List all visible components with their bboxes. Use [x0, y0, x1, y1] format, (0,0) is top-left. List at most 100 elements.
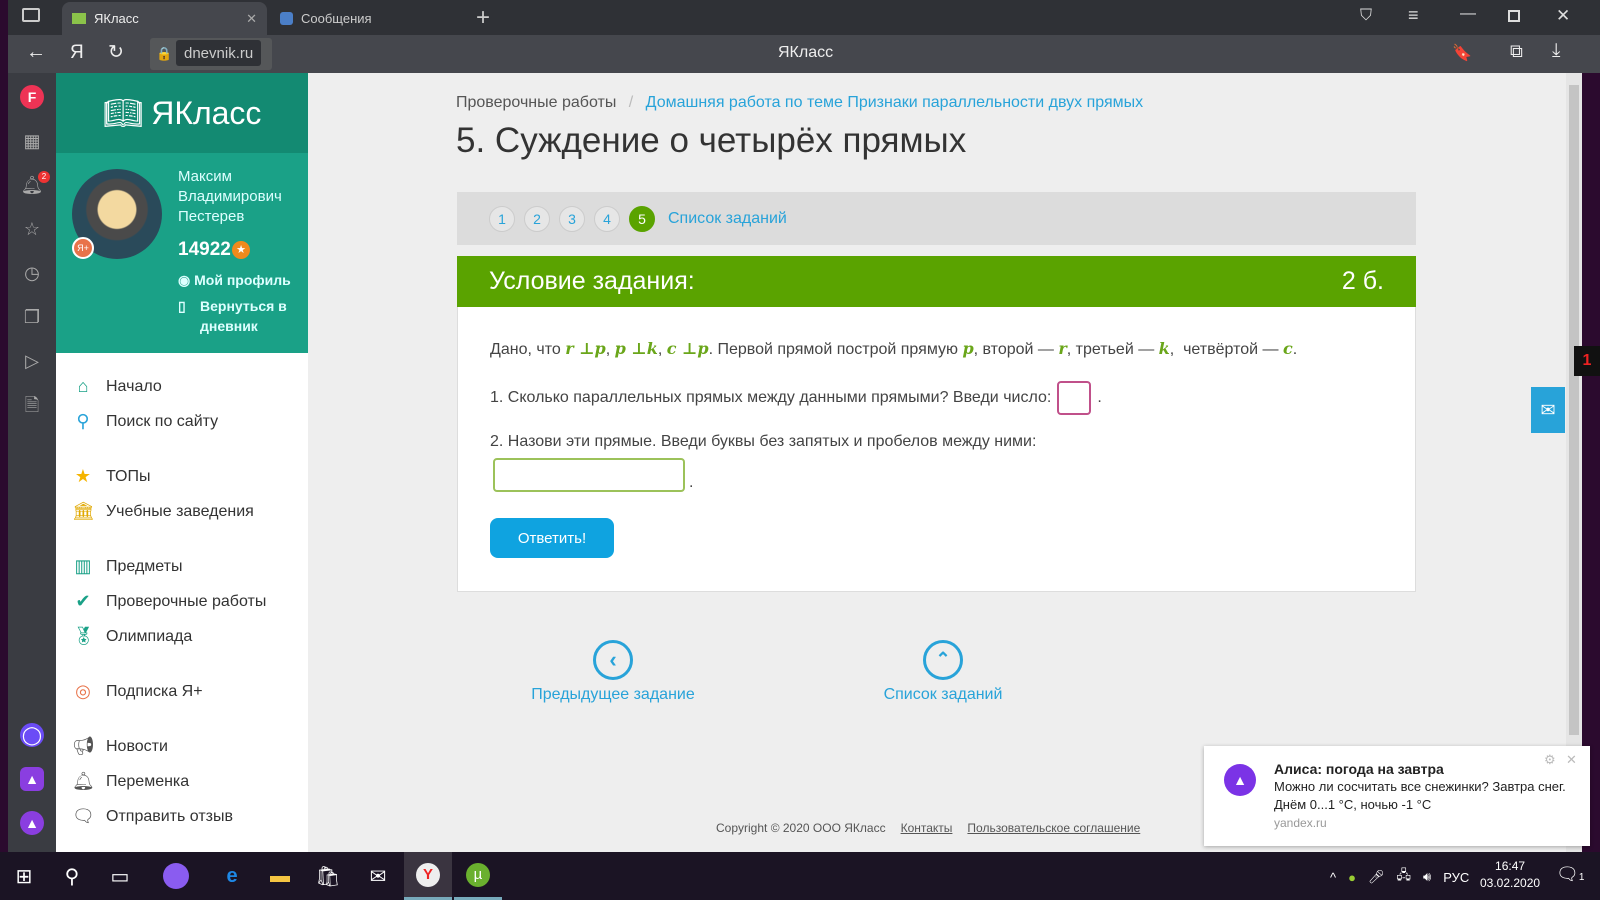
task-number-4[interactable]: 4: [594, 205, 620, 232]
maximize-icon[interactable]: [1508, 10, 1520, 22]
close-window-icon[interactable]: ✕: [1556, 6, 1570, 26]
sidebar-item-label: Начало: [106, 377, 162, 395]
download-icon[interactable]: ⤓: [1552, 40, 1560, 62]
user-middle-name: Владимирович: [178, 188, 282, 205]
task-number-3[interactable]: 3: [559, 205, 585, 232]
previous-task-button[interactable]: ‹ Предыдущее задание: [508, 640, 718, 704]
yaklass-logo[interactable]: 📖︎ ЯКласс: [56, 73, 308, 153]
task-view-icon[interactable]: ▭: [96, 852, 144, 900]
scrollbar[interactable]: [1566, 73, 1582, 853]
page-title: 5. Суждение о четырёх прямых: [456, 121, 967, 160]
side-extension-icon[interactable]: 1: [1574, 346, 1600, 376]
sidebar-item-subjects[interactable]: ▥ Предметы: [56, 549, 308, 584]
agreement-link[interactable]: Пользовательское соглашение: [967, 821, 1140, 835]
task-number-5-current[interactable]: 5: [629, 205, 655, 232]
sidebar-item-news[interactable]: 📢︎ Новости: [56, 729, 308, 764]
microphone-icon[interactable]: 🎤︎: [1368, 869, 1385, 885]
sidebar-toggle-icon[interactable]: [22, 8, 40, 22]
sidebar-item-olympiad[interactable]: 🏅︎ Олимпиада: [56, 619, 308, 654]
check-circle-icon: ✔: [75, 591, 91, 611]
collections-icon[interactable]: ❐: [20, 305, 44, 329]
task-number-1[interactable]: 1: [489, 205, 515, 232]
apps-grid-icon[interactable]: ▦: [20, 129, 44, 153]
parallel-count-input[interactable]: [1057, 381, 1092, 415]
utorrent-icon[interactable]: µ: [454, 852, 502, 900]
search-icon[interactable]: ⚲: [48, 852, 96, 900]
sidebar-item-break[interactable]: 🔔︎ Переменка: [56, 764, 308, 799]
sidebar-item-label: Отправить отзыв: [106, 807, 233, 825]
alice-notification[interactable]: ▲ Алиса: погода на завтра Можно ли сосчи…: [1204, 746, 1590, 846]
sidebar-item-label: Предметы: [106, 557, 183, 575]
profile-f-icon[interactable]: F: [20, 85, 44, 109]
yandex-browser-icon[interactable]: Y: [404, 852, 452, 900]
sidebar-item-subscription[interactable]: ◎ Подписка Я+: [56, 674, 308, 709]
text: , третьей —: [1066, 341, 1159, 358]
megaphone-icon: 📢︎: [72, 736, 95, 756]
play-icon[interactable]: ▷: [20, 349, 44, 373]
back-to-diary-link[interactable]: ▯ Вернуться в дневник: [178, 296, 298, 336]
action-count: 1: [1578, 872, 1585, 883]
contacts-link[interactable]: Контакты: [901, 821, 953, 835]
language-indicator[interactable]: РУС: [1443, 870, 1469, 885]
document-search-icon[interactable]: 🗎: [20, 393, 44, 417]
link-label: Вернуться в дневник: [200, 298, 287, 334]
alice-taskbar-icon[interactable]: [152, 852, 200, 900]
breadcrumb-tests[interactable]: Проверочные работы: [456, 94, 616, 111]
alice-search-icon[interactable]: ◯: [20, 723, 44, 747]
chevron-up-icon[interactable]: ^: [1330, 870, 1336, 885]
reload-icon[interactable]: ↻: [108, 41, 124, 64]
file-explorer-icon[interactable]: ▬: [256, 852, 304, 900]
scrollbar-thumb[interactable]: [1569, 85, 1579, 735]
close-tab-icon[interactable]: ✕: [246, 11, 257, 27]
notification-text: Днём 0...1 °C, ночью -1 °C: [1274, 797, 1432, 812]
mail-icon[interactable]: ✉: [354, 852, 402, 900]
sidebar-item-feedback[interactable]: 🗨︎ Отправить отзыв: [56, 799, 308, 834]
task-list-button[interactable]: ⌃ Список заданий: [838, 640, 1048, 704]
feedback-mail-button[interactable]: ✉: [1531, 387, 1565, 433]
yandex-icon[interactable]: Я: [70, 42, 84, 64]
alice-icon: ▲: [1224, 764, 1256, 796]
sidebar-item-schools[interactable]: 🏛︎ Учебные заведения: [56, 494, 308, 529]
lines-letters-input[interactable]: [493, 458, 685, 492]
volume-icon[interactable]: 🔊︎: [1423, 869, 1431, 885]
url-field[interactable]: dnevnik.ru: [176, 40, 262, 66]
breadcrumb-homework[interactable]: Домашняя работа по теме Признаки паралле…: [646, 94, 1143, 111]
new-tab-icon[interactable]: +: [476, 4, 490, 32]
notification-title: Алиса: погода на завтра: [1274, 761, 1444, 777]
tab-messages[interactable]: Сообщения: [270, 2, 470, 35]
store-icon[interactable]: 🛍︎: [304, 852, 352, 900]
tray-app-icon[interactable]: ●: [1348, 870, 1356, 885]
windows-start-icon[interactable]: ⊞: [0, 852, 48, 900]
sidebar-item-label: Олимпиада: [106, 627, 193, 645]
task-list-link[interactable]: Список заданий: [668, 210, 787, 228]
menu-icon[interactable]: ≡: [1408, 5, 1419, 26]
sidebar-item-label: Поиск по сайту: [106, 412, 219, 430]
bookmarks-icon[interactable]: ⛉: [1360, 7, 1372, 25]
sidebar-item-tops[interactable]: ★ ТОПы: [56, 459, 308, 494]
network-icon[interactable]: 🖧: [1396, 866, 1411, 888]
history-clock-icon[interactable]: ◷: [20, 261, 44, 285]
translate-icon[interactable]: ⧉: [1510, 41, 1523, 62]
home-icon: ⌂: [77, 376, 89, 396]
alice-app-icon[interactable]: ▲: [20, 767, 44, 791]
sidebar-item-home[interactable]: ⌂ Начало: [56, 369, 308, 404]
alice-icon[interactable]: ▲: [20, 811, 44, 835]
edge-icon[interactable]: e: [208, 852, 256, 900]
action-center-icon[interactable]: 🗨︎1: [1556, 864, 1584, 885]
browser-tab-bar: ЯКласс ✕ Сообщения + ⛉ ≡ — ✕: [8, 0, 1600, 35]
bookmark-icon[interactable]: 🔖: [1452, 43, 1472, 63]
my-profile-link[interactable]: ◉ Мой профиль: [178, 272, 291, 289]
star-icon[interactable]: ☆: [20, 217, 44, 241]
tab-yaklass[interactable]: ЯКласс ✕: [62, 2, 267, 35]
sidebar-item-search[interactable]: ⚲ Поиск по сайту: [56, 404, 308, 439]
close-notification-icon[interactable]: ✕: [1566, 752, 1577, 768]
settings-gear-icon[interactable]: ⚙: [1544, 752, 1556, 768]
sidebar-item-tests[interactable]: ✔ Проверочные работы: [56, 584, 308, 619]
minimize-icon[interactable]: —: [1460, 5, 1476, 23]
chevron-up-icon: ⌃: [923, 640, 963, 680]
task-number-2[interactable]: 2: [524, 205, 550, 232]
back-icon[interactable]: ←: [26, 41, 46, 64]
clock[interactable]: 16:47 03.02.2020: [1480, 858, 1540, 892]
math: p: [962, 339, 974, 358]
submit-answer-button[interactable]: Ответить!: [490, 518, 614, 558]
